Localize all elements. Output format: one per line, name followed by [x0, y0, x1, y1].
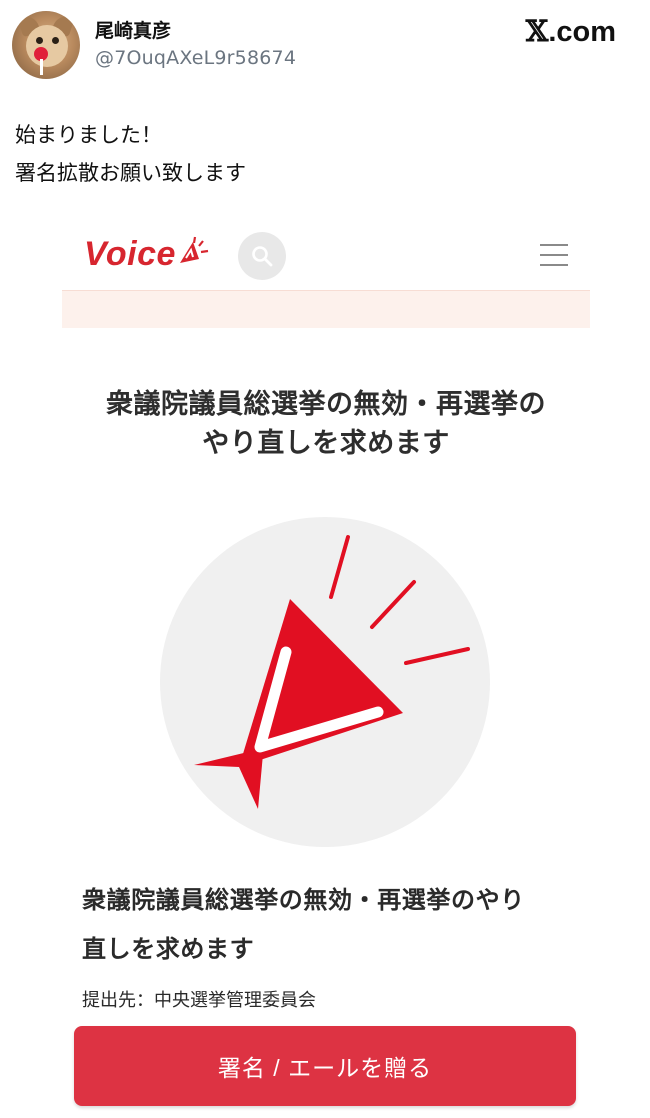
campaign-title-line-2: やり直しを求めます [202, 428, 450, 459]
notice-band [62, 290, 590, 328]
campaign-subtitle-line-1: 衆議院議員総選挙の無効・再選挙のやり [82, 886, 525, 914]
campaign-hero-image [160, 517, 490, 847]
avatar[interactable] [12, 11, 80, 79]
recipient-label: 提出先：中央選挙管理委員会 [82, 990, 316, 1011]
user-handle[interactable]: @7OuqAXeL9r58674 [95, 47, 296, 69]
user-name[interactable]: 尾崎真彦 [95, 16, 171, 43]
tweet-header: 尾崎真彦 @7OuqAXeL9r58674 𝕏.com [0, 0, 650, 90]
hamburger-menu-icon[interactable] [540, 244, 568, 266]
campaign-subtitle-line-2: 直しを求めます [82, 935, 255, 963]
x-logo-icon: 𝕏 [525, 14, 549, 48]
campaign-title-line-1: 衆議院議員総選挙の無効・再選挙の [106, 389, 546, 420]
megaphone-icon [160, 517, 490, 847]
search-button[interactable] [238, 232, 286, 280]
brand-suffix: .com [548, 16, 616, 48]
sign-button[interactable]: 署名 / エールを贈る [74, 1026, 576, 1106]
search-icon [252, 246, 273, 267]
megaphone-icon [179, 236, 209, 263]
x-com-logo: 𝕏.com [526, 14, 616, 49]
voice-logo-text: Voice [84, 234, 176, 273]
tweet-text-line-2: 署名拡散お願い致します [15, 161, 246, 185]
tweet-text-line-1: 始まりました！ [15, 123, 162, 147]
voice-logo[interactable]: Voice [84, 232, 211, 276]
voice-header: Voice [62, 226, 590, 290]
